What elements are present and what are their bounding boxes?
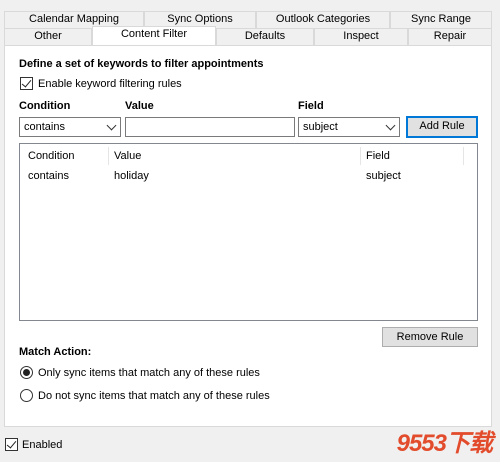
watermark-logo: 9553下载 <box>396 430 493 457</box>
condition-dropdown-value: contains <box>24 121 65 133</box>
filter-heading: Define a set of keywords to filter appoi… <box>19 58 264 70</box>
column-divider <box>463 147 464 165</box>
value-input[interactable] <box>125 117 295 137</box>
column-header-field[interactable]: Field <box>366 150 390 162</box>
column-header-value[interactable]: Value <box>114 150 141 162</box>
field-label: Field <box>298 100 324 112</box>
enable-filtering-label: Enable keyword filtering rules <box>38 78 182 90</box>
row-value: holiday <box>114 170 149 182</box>
condition-label: Condition <box>19 100 71 112</box>
value-label: Value <box>125 100 154 112</box>
field-dropdown[interactable]: subject <box>298 117 400 137</box>
tab-content-filter[interactable]: Content Filter <box>92 26 216 45</box>
chevron-down-icon <box>385 120 396 131</box>
tab-defaults[interactable]: Defaults <box>216 28 314 45</box>
tab-other[interactable]: Other <box>4 28 92 45</box>
tab-inspect[interactable]: Inspect <box>314 28 408 45</box>
enable-filtering-checkbox[interactable] <box>20 77 33 90</box>
field-dropdown-value: subject <box>303 121 338 133</box>
match-action-label: Match Action: <box>19 346 92 358</box>
row-condition: contains <box>28 170 69 182</box>
column-header-condition[interactable]: Condition <box>28 150 74 162</box>
column-divider <box>360 147 361 165</box>
tab-row-1: Calendar Mapping Sync Options Outlook Ca… <box>0 11 492 28</box>
tab-repair[interactable]: Repair <box>408 28 492 45</box>
column-divider <box>108 147 109 165</box>
radio-only-sync-matching-label: Only sync items that match any of these … <box>38 367 260 379</box>
radio-only-sync-matching[interactable] <box>20 366 33 379</box>
rules-list[interactable]: Condition Value Field contains holiday s… <box>19 143 478 321</box>
radio-do-not-sync-matching-label: Do not sync items that match any of thes… <box>38 390 270 402</box>
enabled-checkbox[interactable] <box>5 438 18 451</box>
content-filter-panel: Define a set of keywords to filter appoi… <box>4 45 492 427</box>
enabled-label: Enabled <box>22 439 63 451</box>
radio-do-not-sync-matching[interactable] <box>20 389 33 402</box>
chevron-down-icon <box>106 120 117 131</box>
tab-sync-range[interactable]: Sync Range <box>390 11 492 28</box>
tab-row-2: Other Content Filter Defaults Inspect Re… <box>0 26 492 45</box>
remove-rule-button[interactable]: Remove Rule <box>382 327 478 347</box>
row-field: subject <box>366 170 401 182</box>
condition-dropdown[interactable]: contains <box>19 117 121 137</box>
table-row[interactable]: contains holiday subject <box>20 164 477 182</box>
tab-outlook-categories[interactable]: Outlook Categories <box>256 11 390 28</box>
add-rule-button[interactable]: Add Rule <box>406 116 478 138</box>
